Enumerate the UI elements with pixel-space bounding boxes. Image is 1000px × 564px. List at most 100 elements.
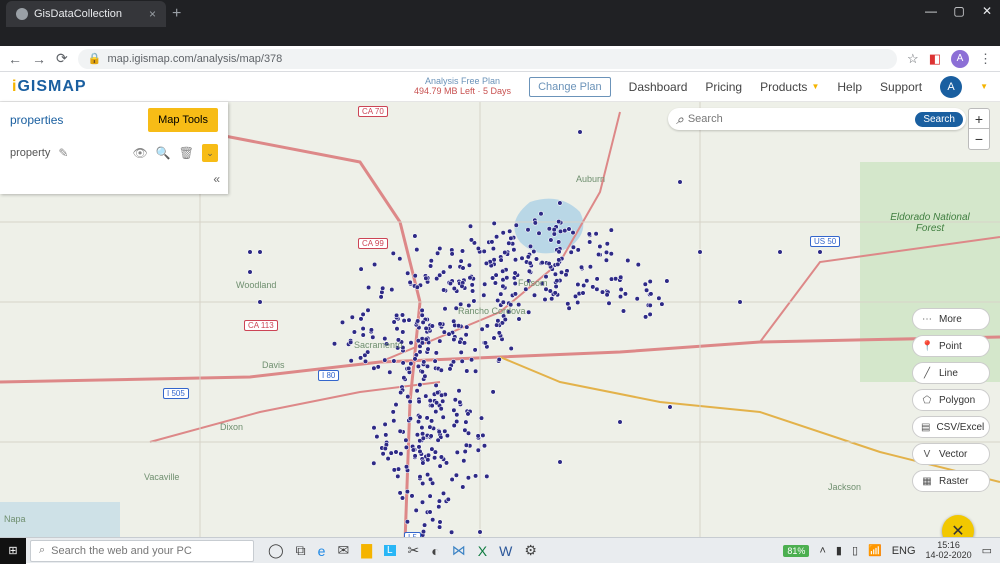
url-text: map.igismap.com/analysis/map/378	[107, 53, 282, 65]
line-icon: ╱	[921, 368, 933, 379]
vector-icon: V	[921, 449, 933, 460]
app-icon-l[interactable]: L	[384, 545, 396, 556]
snip-icon[interactable]: ✂	[408, 542, 420, 559]
zoom-icon[interactable]: 🔍	[156, 146, 171, 160]
label-folsom: Folsom	[518, 278, 548, 288]
layer-name: property	[10, 147, 50, 159]
windows-search[interactable]: ⌕ Search the web and your PC	[30, 540, 254, 562]
map-tools-button[interactable]: Map Tools	[148, 108, 218, 132]
change-plan-button[interactable]: Change Plan	[529, 77, 611, 97]
nav-pricing[interactable]: Pricing	[705, 80, 742, 94]
zoom-out-button[interactable]: −	[969, 129, 989, 149]
label-eldorado-forest: Eldorado National Forest	[890, 212, 970, 234]
clock[interactable]: 15:1614-02-2020	[926, 541, 972, 561]
notifications-icon[interactable]: ▭	[982, 544, 992, 557]
battery-indicator[interactable]: 81%	[783, 545, 809, 557]
power-icon[interactable]: ▮	[836, 544, 842, 557]
sidebar-collapse-icon[interactable]: «	[213, 172, 220, 186]
label-dixon: Dixon	[220, 422, 243, 432]
chevron-down-icon: ▼	[811, 82, 819, 91]
extension-icon[interactable]: ◧	[929, 51, 941, 67]
tool-raster[interactable]: ▦Raster	[912, 470, 990, 492]
edge-icon[interactable]: e	[318, 543, 326, 559]
settings-icon[interactable]: ⚙	[524, 542, 537, 559]
excel-icon[interactable]: X	[478, 543, 487, 559]
nav-products[interactable]: Products▼	[760, 80, 819, 94]
nav-dashboard[interactable]: Dashboard	[629, 80, 688, 94]
zoom-in-button[interactable]: +	[969, 109, 989, 129]
shield-i80: I 80	[318, 370, 339, 381]
nav-forward-icon[interactable]: →	[32, 51, 46, 67]
tray-chevron-icon[interactable]: ˄	[819, 545, 825, 557]
tab-close-icon[interactable]: ×	[149, 7, 156, 21]
chevron-down-icon: ⌄	[206, 148, 214, 159]
tool-csv[interactable]: ▤CSV/Excel	[912, 416, 990, 438]
cortana-icon[interactable]: ◯	[268, 542, 284, 559]
tool-polygon[interactable]: ⬠Polygon	[912, 389, 990, 411]
user-avatar[interactable]: A	[940, 76, 962, 98]
search-button[interactable]: Search	[915, 112, 963, 127]
browser-chrome: GisDataCollection × + — ▢ ✕	[0, 0, 1000, 46]
plan-info: Analysis Free Plan 494.79 MB Left · 5 Da…	[414, 77, 511, 97]
zoom-control: + −	[968, 108, 990, 150]
label-napa: Napa	[4, 514, 26, 524]
tool-line[interactable]: ╱Line	[912, 362, 990, 384]
map-search[interactable]: ⌕ Search Search	[668, 108, 966, 130]
draw-tools: ⋯More 📍Point ╱Line ⬠Polygon ▤CSV/Excel V…	[912, 308, 990, 492]
network-icon[interactable]: ▯	[852, 544, 858, 557]
browser-avatar[interactable]: A	[951, 50, 969, 68]
polygon-icon: ⬠	[921, 395, 933, 406]
window-minimize-icon[interactable]: —	[924, 4, 938, 18]
label-woodland: Woodland	[236, 280, 276, 290]
label-auburn: Auburn	[576, 174, 605, 184]
window-close-icon[interactable]: ✕	[980, 4, 994, 18]
nav-help[interactable]: Help	[837, 80, 862, 94]
system-tray: 81% ˄ ▮ ▯ 📶 ENG 15:1614-02-2020 ▭	[783, 541, 1000, 561]
eye-icon[interactable]: 👁	[133, 146, 148, 160]
browser-tab[interactable]: GisDataCollection ×	[6, 1, 166, 27]
start-button[interactable]: ⊞	[0, 538, 26, 564]
explorer-icon[interactable]: ▇	[361, 542, 372, 559]
shield-i505: I 505	[163, 388, 189, 399]
tab-favicon	[16, 8, 28, 20]
label-jackson: Jackson	[828, 482, 861, 492]
logo[interactable]: iGISMAP	[12, 78, 87, 96]
address-bar: ← → ⟳ 🔒 map.igismap.com/analysis/map/378…	[0, 46, 1000, 72]
new-tab-button[interactable]: +	[172, 5, 181, 23]
trash-icon[interactable]: 🗑	[179, 146, 194, 160]
browser-menu-icon[interactable]: ⋮	[979, 51, 992, 67]
language-indicator[interactable]: ENG	[892, 545, 916, 557]
tool-vector[interactable]: VVector	[912, 443, 990, 465]
tool-point[interactable]: 📍Point	[912, 335, 990, 357]
tool-more[interactable]: ⋯More	[912, 308, 990, 330]
user-menu-caret-icon[interactable]: ▼	[980, 82, 988, 91]
wifi-icon[interactable]: 📶	[868, 544, 882, 557]
raster-icon: ▦	[921, 476, 933, 487]
layer-expand-button[interactable]: ⌄	[202, 144, 218, 162]
edit-icon[interactable]: ✎	[58, 146, 68, 160]
mail-icon[interactable]: ✉	[337, 542, 349, 559]
map-canvas[interactable]: CA 70 CA 99 CA 113 I 80 I 505 I 5 US 50 …	[0, 102, 1000, 563]
chrome-icon[interactable]: ◐	[431, 543, 439, 559]
shield-ca70: CA 70	[358, 106, 388, 117]
search-icon: ⌕	[39, 544, 45, 557]
csv-icon: ▤	[921, 422, 930, 433]
label-vacaville: Vacaville	[144, 472, 179, 482]
label-rancho: Rancho Cordova	[458, 306, 526, 316]
app-header: iGISMAP Analysis Free Plan 494.79 MB Lef…	[0, 72, 1000, 102]
shield-ca99: CA 99	[358, 238, 388, 249]
label-sacramento: Sacramento	[354, 340, 403, 350]
lock-icon: 🔒	[88, 52, 102, 65]
taskview-icon[interactable]: ⧉	[296, 542, 306, 559]
tab-title: GisDataCollection	[34, 8, 122, 20]
nav-reload-icon[interactable]: ⟳	[56, 50, 68, 67]
word-icon[interactable]: W	[499, 543, 512, 559]
nav-back-icon[interactable]: ←	[8, 51, 22, 67]
more-icon: ⋯	[921, 314, 933, 325]
vscode-icon[interactable]: ⋈	[452, 542, 466, 559]
window-maximize-icon[interactable]: ▢	[952, 4, 966, 18]
url-field[interactable]: 🔒 map.igismap.com/analysis/map/378	[78, 49, 897, 69]
star-icon[interactable]: ☆	[907, 51, 919, 67]
shield-us50: US 50	[810, 236, 840, 247]
nav-support[interactable]: Support	[880, 80, 922, 94]
